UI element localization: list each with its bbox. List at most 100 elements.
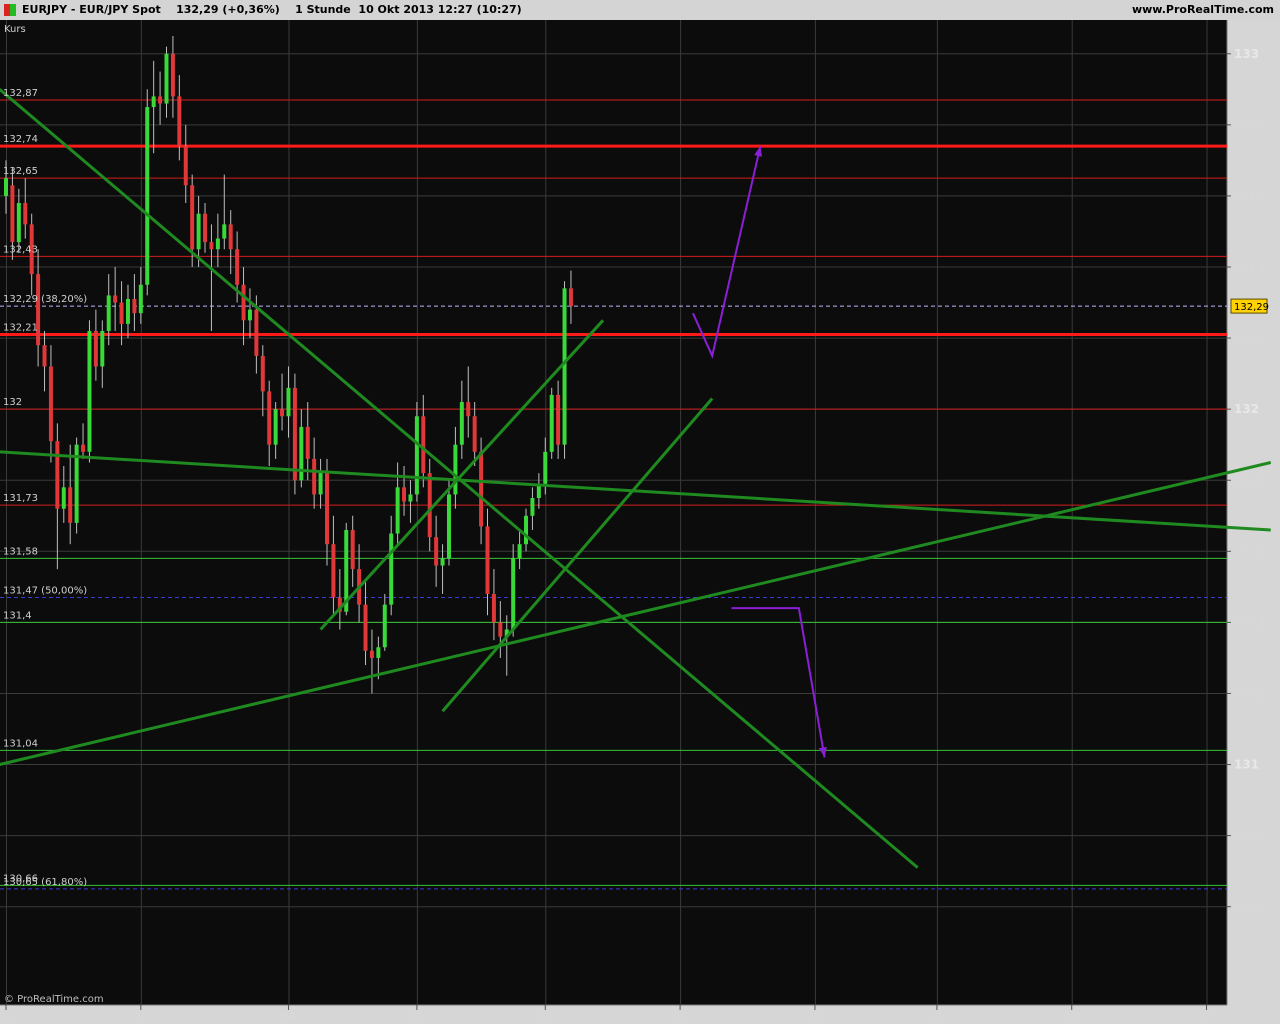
candle-body <box>93 330 98 367</box>
candle-body <box>312 458 317 495</box>
candle-body <box>530 498 535 516</box>
candle-body <box>453 444 458 495</box>
site-link[interactable]: www.ProRealTime.com <box>1132 3 1274 16</box>
candle-body <box>369 650 374 658</box>
candle-body <box>138 284 143 314</box>
candle-body <box>177 96 182 147</box>
last-price-badge: 132,29 <box>1230 298 1269 314</box>
candle-body <box>485 526 490 594</box>
candle-body <box>325 473 329 545</box>
candle-body <box>273 409 278 445</box>
x-tick-label: 03 <box>134 1010 148 1023</box>
candle-body <box>48 366 53 442</box>
candle-body <box>228 224 233 250</box>
candle-body <box>100 330 105 367</box>
candle-body <box>158 96 163 104</box>
candle-body <box>446 494 451 559</box>
candle-body <box>363 604 368 651</box>
level-label: 132,21 <box>3 323 38 334</box>
y-tick-label: 132,6 <box>1234 190 1266 203</box>
x-tick-label: 15 <box>1200 1010 1214 1023</box>
candle-body <box>408 494 413 502</box>
candle-body <box>459 402 464 445</box>
x-tick-label: 02 <box>0 1010 13 1023</box>
candle-body <box>196 213 201 250</box>
candle-body <box>376 647 381 658</box>
candle-body <box>562 288 567 445</box>
price-chart[interactable]: 132,87 132,74 132,65 132,43 132,21 132 131,73 1… <box>0 20 1280 1024</box>
candle-body <box>543 451 548 484</box>
panel-label: Kurs <box>4 24 26 35</box>
title-bar: EURJPY - EUR/JPY Spot 132,29 (+0,36%) 1 … <box>0 0 1280 21</box>
chart-window: EURJPY - EUR/JPY Spot 132,29 (+0,36%) 1 … <box>0 0 1280 1024</box>
candle-body <box>402 487 407 502</box>
instrument-title: EURJPY - EUR/JPY Spot 132,29 (+0,36%) 1 … <box>22 3 522 16</box>
x-tick-label: 12 <box>1065 1010 1079 1023</box>
candle-body <box>479 451 484 527</box>
candle-body <box>414 416 419 495</box>
candle-body <box>203 213 208 243</box>
candle-body <box>427 473 432 538</box>
x-tick-label: 09 <box>673 1010 687 1023</box>
y-tick-label: 131 <box>1234 758 1259 772</box>
candle-body <box>247 309 252 321</box>
level-label: 132,43 <box>3 244 38 255</box>
candle-body <box>222 224 227 239</box>
candle-body <box>498 622 503 637</box>
candle-body <box>164 53 169 104</box>
candle-body <box>119 302 124 324</box>
candle-body <box>299 426 304 481</box>
y-tick-label: 132,8 <box>1234 119 1266 132</box>
candle-body <box>517 544 522 559</box>
level-label: 132 <box>3 397 22 408</box>
candle-body <box>382 604 387 648</box>
candle-body <box>113 295 118 303</box>
candle-body <box>267 391 272 445</box>
candle-body <box>421 416 426 474</box>
candle-body <box>434 537 439 566</box>
x-tick-label: 08 <box>538 1010 552 1023</box>
candle-body <box>331 544 336 598</box>
candle-body <box>305 426 310 459</box>
level-label: 131,4 <box>3 610 32 621</box>
y-tick-label: 130,8 <box>1234 830 1266 843</box>
candle-body <box>4 178 8 196</box>
candle-body <box>472 416 477 452</box>
candle-body <box>318 473 323 495</box>
level-label: 132,87 <box>3 88 38 99</box>
fib-label: 132,29 (38,20%) <box>3 294 87 305</box>
time-axis[interactable] <box>0 1005 1227 1024</box>
candle-body <box>235 249 240 285</box>
candle-body <box>389 533 394 605</box>
candle-body <box>151 96 156 108</box>
candle-body <box>511 558 516 630</box>
candle-body <box>549 394 554 452</box>
candle-body <box>241 284 246 321</box>
candle-body <box>491 593 496 623</box>
candle-body <box>87 330 92 452</box>
level-label: 131,04 <box>3 738 38 749</box>
candle-body <box>466 402 471 417</box>
price-axis[interactable] <box>1227 20 1280 1024</box>
y-tick-label: 131,4 <box>1234 616 1266 629</box>
candle-body <box>10 185 15 243</box>
x-tick-label: 10 <box>808 1010 822 1023</box>
candle-body <box>16 203 21 243</box>
candle-body <box>292 387 297 481</box>
candle-body <box>350 529 355 570</box>
watermark: © ProRealTime.com <box>4 994 104 1005</box>
level-label: 132,74 <box>3 134 38 145</box>
candle-body <box>106 295 111 331</box>
candle-body <box>36 274 41 346</box>
candle-body <box>61 487 66 509</box>
candle-body <box>254 309 259 356</box>
y-tick-label: 130,6 <box>1234 901 1266 914</box>
candle-body <box>395 487 400 534</box>
candle-body <box>145 107 150 285</box>
candle-body <box>55 441 60 509</box>
y-tick-label: 132,2 <box>1234 332 1266 345</box>
level-label: 131,73 <box>3 493 38 504</box>
x-tick-label: 06 <box>410 1010 424 1023</box>
x-tick-label: 04 <box>281 1010 295 1023</box>
candle-body <box>170 53 175 97</box>
